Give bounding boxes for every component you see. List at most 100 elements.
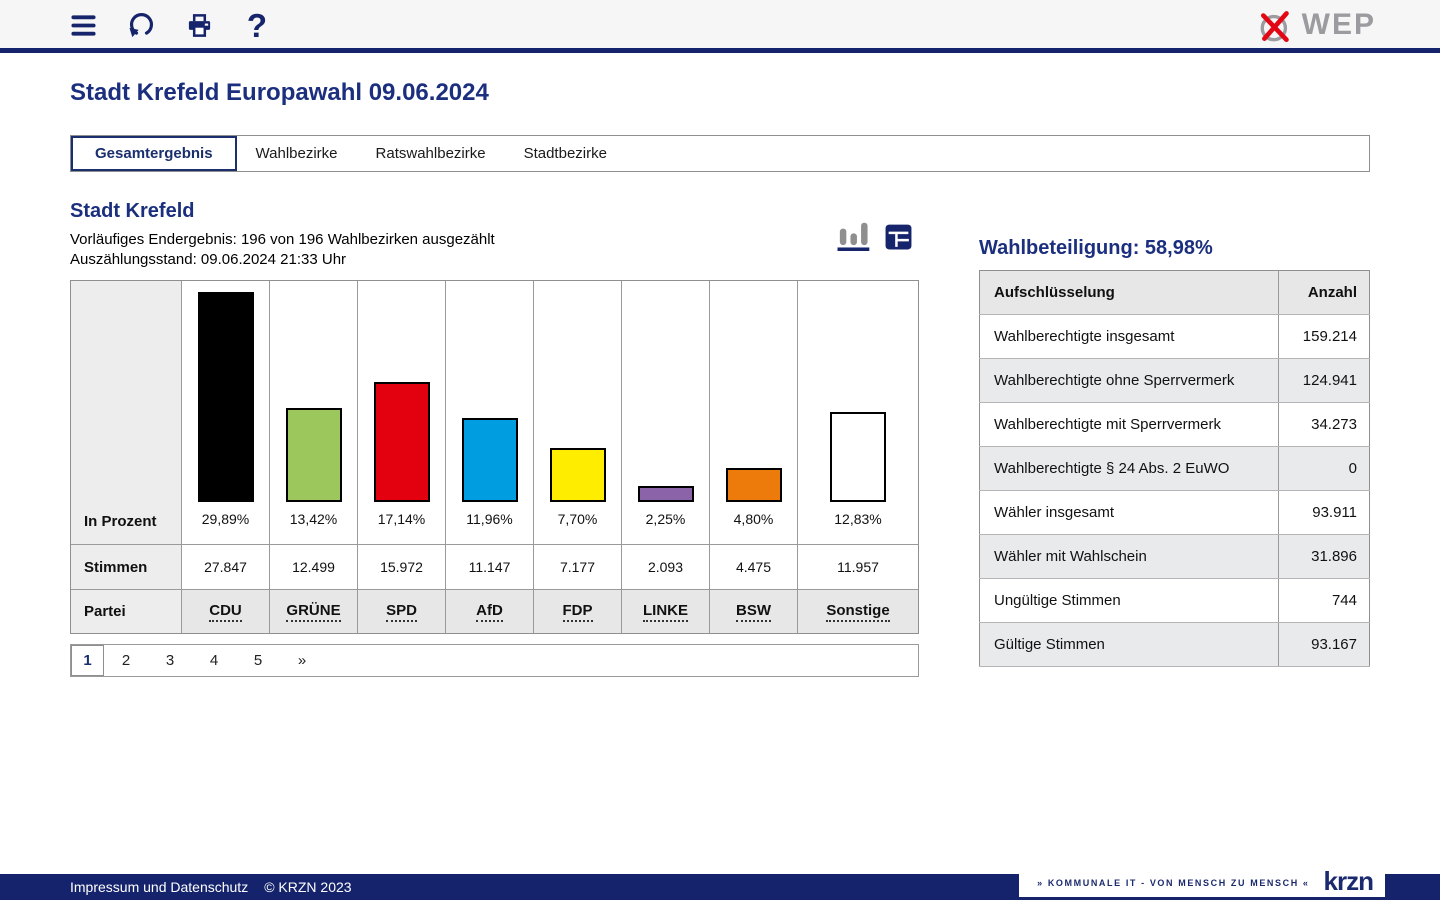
party-link-sonstige[interactable]: Sonstige: [826, 602, 890, 622]
party-cell-grüne: GRÜNE: [269, 589, 357, 633]
bar-cdu: [197, 292, 254, 502]
votes-value-grüne: 12.499: [269, 544, 357, 589]
chart-column-bsw: 4,80%: [709, 281, 797, 544]
party-cell-sonstige: Sonstige: [797, 589, 918, 633]
percent-label-sonstige: 12,83%: [834, 511, 882, 527]
bar-bsw: [725, 468, 782, 502]
turnout-col-label: Aufschlüsselung: [979, 270, 1279, 315]
turnout-row: Ungültige Stimmen 744: [979, 578, 1370, 623]
turnout-row-label: Wahlberechtigte mit Sperrvermerk: [979, 402, 1279, 447]
pagination: 1 2 3 4 5»: [70, 644, 919, 677]
table-view-button[interactable]: [884, 222, 913, 256]
tab-wahlbezirke[interactable]: Wahlbezirke: [237, 136, 357, 171]
votes-value-fdp: 7.177: [533, 544, 621, 589]
page-button-1[interactable]: 1: [71, 645, 104, 676]
party-row-label: Partei: [71, 589, 181, 633]
tab-ratswahlbezirke[interactable]: Ratswahlbezirke: [357, 136, 505, 171]
bar-afd: [461, 418, 518, 502]
turnout-row-value: 124.941: [1278, 358, 1370, 403]
page-button-4[interactable]: 4: [192, 645, 236, 676]
ballot-x-icon: [1260, 11, 1289, 43]
turnout-header-row: Aufschlüsselung Anzahl: [979, 270, 1370, 315]
wep-logo-text: WEP: [1301, 8, 1376, 41]
tab-bar: Gesamtergebnis Wahlbezirke Ratswahlbezirke…: [70, 135, 1370, 172]
bar-fdp: [549, 448, 606, 502]
votes-value-spd: 15.972: [357, 544, 445, 589]
status-line-2: Auszählungsstand: 09.06.2024 21:33 Uhr: [70, 251, 347, 268]
page-title: Stadt Krefeld Europawahl 09.06.2024: [70, 79, 489, 106]
party-link-cdu[interactable]: CDU: [209, 602, 242, 622]
page-button-3[interactable]: 3: [148, 645, 192, 676]
turnout-row-value: 93.167: [1278, 622, 1370, 667]
votes-value-afd: 11.147: [445, 544, 533, 589]
turnout-row: Wahlberechtigte § 24 Abs. 2 EuWO 0: [979, 446, 1370, 491]
status-lines: Vorläufiges Endergebnis: 196 von 196 Wah…: [70, 230, 919, 270]
results-grid: In Prozent 29,89% 13,42% 17,14% 11,96% 7,70% 2…: [70, 280, 919, 634]
bar-sonstige: [830, 412, 886, 502]
turnout-col-value: Anzahl: [1278, 270, 1370, 315]
krzn-logo: » KOMMUNALE IT - VON MENSCH ZU MENSCH « …: [1019, 868, 1385, 897]
percent-label-fdp: 7,70%: [557, 511, 598, 527]
bar-grüne: [285, 407, 342, 502]
turnout-row-label: Wahlberechtigte ohne Sperrvermerk: [979, 358, 1279, 403]
turnout-title: Wahlbeteiligung: 58,98%: [979, 237, 1213, 259]
page-next-button[interactable]: »: [280, 645, 324, 676]
votes-value-bsw: 4.475: [709, 544, 797, 589]
turnout-row-value: 0: [1278, 446, 1370, 491]
turnout-row-value: 34.273: [1278, 402, 1370, 447]
chart-column-fdp: 7,70%: [533, 281, 621, 544]
page-button-2[interactable]: 2: [104, 645, 148, 676]
print-icon[interactable]: [184, 10, 214, 40]
party-link-afd[interactable]: AfD: [476, 602, 503, 622]
chart-column-linke: 2,25%: [621, 281, 709, 544]
chart-column-grüne: 13,42%: [269, 281, 357, 544]
turnout-row-label: Gültige Stimmen: [979, 622, 1279, 667]
percent-label-cdu: 29,89%: [201, 511, 250, 527]
turnout-row-value: 93.911: [1278, 490, 1370, 535]
turnout-row: Wahlberechtigte insgesamt 159.214: [979, 314, 1370, 359]
votes-row-label: Stimmen: [71, 544, 181, 589]
votes-value-linke: 2.093: [621, 544, 709, 589]
wep-logo: WEP: [1257, 6, 1376, 44]
turnout-table: Aufschlüsselung Anzahl Wahlberechtigte i…: [979, 270, 1370, 667]
turnout-row-value: 744: [1278, 578, 1370, 623]
turnout-row-label: Wähler insgesamt: [979, 490, 1279, 535]
percent-label-afd: 11,96%: [466, 511, 513, 527]
krzn-logo-text: krzn: [1323, 866, 1374, 896]
votes-value-cdu: 27.847: [181, 544, 269, 589]
turnout-row: Wahlberechtigte ohne Sperrvermerk 124.941: [979, 358, 1370, 403]
turnout-row-label: Ungültige Stimmen: [979, 578, 1279, 623]
status-line-1: Vorläufiges Endergebnis: 196 von 196 Wah…: [70, 231, 495, 248]
help-icon[interactable]: ?: [242, 9, 272, 42]
percent-row-label: In Prozent: [71, 281, 181, 544]
refresh-icon[interactable]: [126, 10, 156, 40]
percent-label-bsw: 4,80%: [733, 511, 774, 527]
tab-gesamtergebnis[interactable]: Gesamtergebnis: [71, 136, 237, 171]
party-cell-afd: AfD: [445, 589, 533, 633]
tab-stadtbezirke[interactable]: Stadtbezirke: [505, 136, 626, 171]
party-cell-bsw: BSW: [709, 589, 797, 633]
percent-label-linke: 2,25%: [645, 511, 686, 527]
chart-view-button[interactable]: [836, 218, 872, 256]
party-link-bsw[interactable]: BSW: [736, 602, 771, 622]
party-link-linke[interactable]: LINKE: [643, 602, 688, 622]
bar-linke: [637, 486, 694, 502]
header-divider: [0, 48, 1440, 53]
party-cell-spd: SPD: [357, 589, 445, 633]
party-link-fdp[interactable]: FDP: [562, 602, 593, 622]
copyright: © KRZN 2023: [264, 879, 352, 895]
party-cell-fdp: FDP: [533, 589, 621, 633]
turnout-body: Wahlberechtigte insgesamt 159.214 Wahlbere…: [979, 314, 1370, 667]
turnout-section: Wahlbeteiligung: 58,98% Aufschlüsselung …: [979, 192, 1370, 667]
menu-icon[interactable]: [68, 10, 98, 40]
turnout-row-label: Wahlberechtigte insgesamt: [979, 314, 1279, 359]
turnout-row: Wahlberechtigte mit Sperrvermerk 34.273: [979, 402, 1370, 447]
percent-label-spd: 17,14%: [377, 511, 426, 527]
party-link-grüne[interactable]: GRÜNE: [286, 602, 341, 622]
top-toolbar: ? WEP: [0, 0, 1440, 48]
page-button-5[interactable]: 5: [236, 645, 280, 676]
chart-column-sonstige: 12,83%: [797, 281, 918, 544]
party-link-spd[interactable]: SPD: [386, 602, 417, 622]
impressum-link[interactable]: Impressum und Datenschutz: [70, 879, 248, 895]
chart-column-spd: 17,14%: [357, 281, 445, 544]
